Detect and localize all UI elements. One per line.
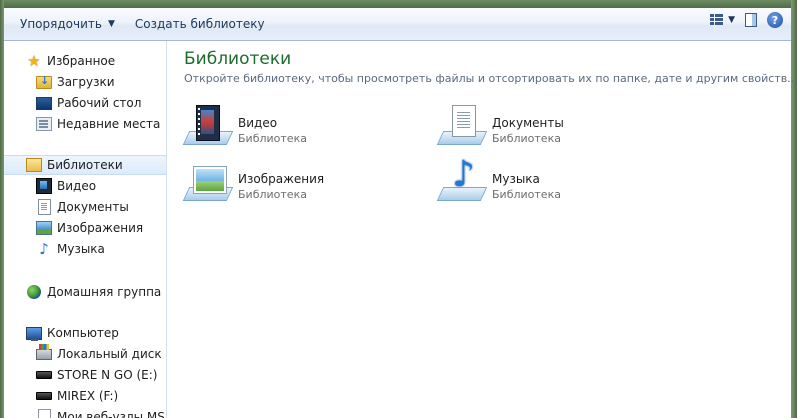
library-tile-documents[interactable]: Документы Библиотека [436, 105, 688, 153]
library-name: Музыка [492, 172, 540, 186]
nav-item-local-disk[interactable]: Локальный диск (C [36, 343, 167, 364]
usb-drive-icon [36, 392, 52, 400]
video-library-icon [182, 105, 234, 147]
documents-icon [37, 199, 51, 215]
new-library-button[interactable]: Создать библиотеку [127, 12, 273, 36]
pictures-icon [36, 221, 52, 235]
pictures-library-icon [182, 161, 234, 203]
new-library-label: Создать библиотеку [134, 17, 265, 31]
window-frame-top [0, 0, 797, 8]
navigation-pane: ★ Избранное Загрузки Рабочий стол Недавн… [4, 41, 167, 418]
library-name: Документы [492, 116, 564, 130]
library-tile-video[interactable]: Видео Библиотека [182, 105, 434, 153]
library-type: Библиотека [238, 188, 307, 201]
nav-item-label: Музыка [57, 242, 105, 256]
preview-pane-icon[interactable] [745, 13, 757, 27]
recent-places-icon [36, 117, 52, 131]
nav-computer[interactable]: Компьютер [26, 323, 166, 343]
nav-item-label: Недавние места [57, 117, 161, 131]
nav-item-label: STORE N GO (E:) [57, 368, 158, 382]
nav-item-label: MIREX (F:) [57, 389, 119, 403]
nav-item-video[interactable]: Видео [36, 176, 166, 196]
help-icon[interactable]: ? [767, 12, 783, 28]
nav-item-label: Мои веб-узлы MSN [57, 410, 167, 418]
change-view-icon[interactable] [710, 14, 724, 26]
nav-item-label: Загрузки [57, 75, 115, 89]
nav-item-recent-places[interactable]: Недавние места [36, 114, 166, 134]
downloads-folder-icon [36, 74, 52, 89]
nav-item-label: Изображения [57, 221, 144, 235]
nav-item-pictures[interactable]: Изображения [36, 218, 166, 238]
library-name: Изображения [238, 172, 325, 186]
command-bar: Упорядочить ▼ Создать библиотеку ▼ ? [4, 8, 791, 41]
toolbar-right-group: ▼ ? [710, 12, 783, 28]
view-options-chevron-icon[interactable]: ▼ [728, 15, 735, 25]
video-icon [36, 178, 52, 194]
library-type: Библиотека [492, 132, 561, 145]
chevron-down-icon: ▼ [107, 19, 115, 29]
library-tile-pictures[interactable]: Изображения Библиотека [182, 161, 434, 209]
library-type: Библиотека [492, 188, 561, 201]
libraries-content: Библиотеки Откройте библиотеку, чтобы пр… [167, 41, 797, 418]
page-subtitle: Откройте библиотеку, чтобы просмотреть ф… [184, 72, 797, 85]
nav-item-label: Рабочий стол [57, 96, 142, 110]
nav-item-label: Документы [57, 200, 129, 214]
nav-favorites-label: Избранное [47, 54, 116, 68]
music-library-icon: ♪ [436, 155, 488, 203]
library-name: Видео [238, 116, 278, 130]
window-frame-right [791, 0, 797, 418]
nav-favorites[interactable]: ★ Избранное [26, 51, 166, 71]
homegroup-icon [27, 285, 41, 299]
nav-item-label: Локальный диск (C [57, 347, 167, 361]
page-title: Библиотеки [184, 49, 292, 69]
nav-item-desktop[interactable]: Рабочий стол [36, 93, 166, 113]
nav-item-documents[interactable]: Документы [36, 197, 166, 217]
file-icon [37, 409, 51, 418]
library-tile-music[interactable]: ♪ Музыка Библиотека [436, 155, 688, 209]
libraries-icon [26, 158, 42, 172]
help-label: ? [771, 13, 779, 27]
nav-libraries[interactable]: Библиотеки [4, 155, 166, 175]
star-icon: ★ [27, 52, 41, 70]
desktop-icon [36, 96, 52, 110]
nav-homegroup-label: Домашняя группа [47, 285, 162, 299]
computer-icon [26, 326, 42, 341]
organize-label: Упорядочить [20, 17, 102, 31]
local-disk-icon [36, 343, 52, 360]
music-icon: ♪ [39, 240, 49, 258]
nav-item-downloads[interactable]: Загрузки [36, 72, 166, 92]
nav-item-msn[interactable]: Мои веб-узлы MSN [36, 407, 167, 418]
nav-item-music[interactable]: ♪ Музыка [36, 239, 166, 259]
nav-libraries-label: Библиотеки [47, 158, 123, 172]
nav-item-mirex[interactable]: MIREX (F:) [36, 386, 166, 406]
usb-drive-icon [36, 371, 52, 379]
nav-item-store-n-go[interactable]: STORE N GO (E:) [36, 365, 166, 385]
library-type: Библиотека [238, 132, 307, 145]
nav-homegroup[interactable]: Домашняя группа [26, 282, 166, 302]
documents-library-icon [436, 105, 488, 147]
nav-computer-label: Компьютер [47, 326, 119, 340]
organize-button[interactable]: Упорядочить ▼ [12, 12, 123, 36]
nav-item-label: Видео [57, 179, 97, 193]
